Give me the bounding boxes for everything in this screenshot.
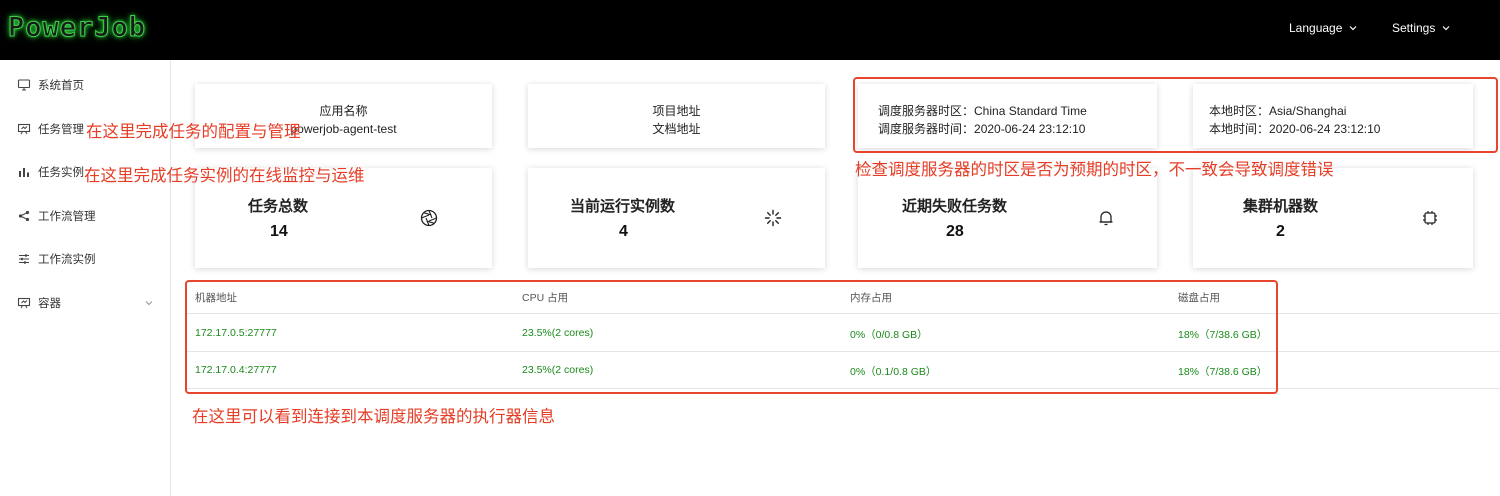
- sidebar-item-label: 任务实例: [38, 167, 84, 179]
- sidebar-item-workflow-management[interactable]: 工作流管理: [0, 196, 170, 236]
- share-icon: [17, 209, 31, 223]
- stat-title: 任务总数: [248, 198, 309, 215]
- stat-value: 28: [946, 223, 964, 240]
- sidebar-item-label: 工作流实例: [38, 254, 96, 266]
- chevron-down-icon: [1442, 26, 1450, 31]
- sidebar-item-label: 工作流管理: [38, 211, 96, 223]
- sidebar-item-home[interactable]: 系统首页: [0, 65, 170, 105]
- top-header: PowerJob Language Settings: [0, 0, 1500, 60]
- sidebar-item-label: 任务管理: [38, 124, 84, 136]
- stat-card-cluster-machines: 集群机器数 2: [1193, 168, 1473, 268]
- loading-icon: [764, 209, 782, 227]
- stat-card-running-instances: 当前运行实例数 4: [528, 168, 825, 268]
- timezone-highlight-box: [853, 77, 1498, 153]
- sliders-icon: [17, 252, 31, 266]
- project-links-card: 项目地址 文档地址: [528, 84, 825, 148]
- stat-title: 近期失败任务数: [902, 198, 1008, 215]
- presentation-icon: [17, 296, 31, 310]
- annotation-task-management: 在这里完成任务的配置与管理: [86, 123, 301, 141]
- powerjob-logo[interactable]: PowerJob: [7, 12, 146, 44]
- docs-address-link[interactable]: 文档地址: [528, 120, 825, 138]
- chevron-down-icon: [1349, 26, 1357, 31]
- settings-menu[interactable]: Settings: [1392, 21, 1451, 35]
- project-address-link[interactable]: 项目地址: [528, 102, 825, 120]
- workers-highlight-box: [185, 280, 1278, 394]
- stat-title: 当前运行实例数: [570, 198, 676, 215]
- stat-card-failed-tasks: 近期失败任务数 28: [858, 168, 1157, 268]
- annotation-workers: 在这里可以看到连接到本调度服务器的执行器信息: [192, 408, 555, 426]
- sidebar-item-label: 容器: [38, 298, 61, 310]
- stat-value: 4: [619, 223, 628, 240]
- sidebar-item-label: 系统首页: [38, 80, 84, 92]
- stat-title: 集群机器数: [1243, 198, 1319, 215]
- presentation-icon: [17, 122, 31, 136]
- aperture-icon: [420, 209, 438, 227]
- annotation-task-instance: 在这里完成任务实例的在线监控与运维: [84, 167, 365, 185]
- annotation-timezone: 检查调度服务器的时区是否为预期的时区，不一致会导致调度错误: [855, 161, 1334, 179]
- bar-chart-icon: [17, 165, 31, 179]
- bell-icon: [1099, 211, 1113, 226]
- sidebar-item-container[interactable]: 容器: [0, 283, 170, 323]
- settings-label: Settings: [1392, 21, 1436, 35]
- language-menu[interactable]: Language: [1289, 21, 1358, 35]
- stat-value: 2: [1276, 223, 1285, 240]
- cpu-icon: [1423, 211, 1437, 225]
- language-label: Language: [1289, 21, 1343, 35]
- sidebar-item-workflow-instance[interactable]: 工作流实例: [0, 239, 170, 279]
- monitor-icon: [17, 78, 31, 92]
- stat-value: 14: [270, 223, 288, 240]
- chevron-down-icon: [145, 301, 153, 306]
